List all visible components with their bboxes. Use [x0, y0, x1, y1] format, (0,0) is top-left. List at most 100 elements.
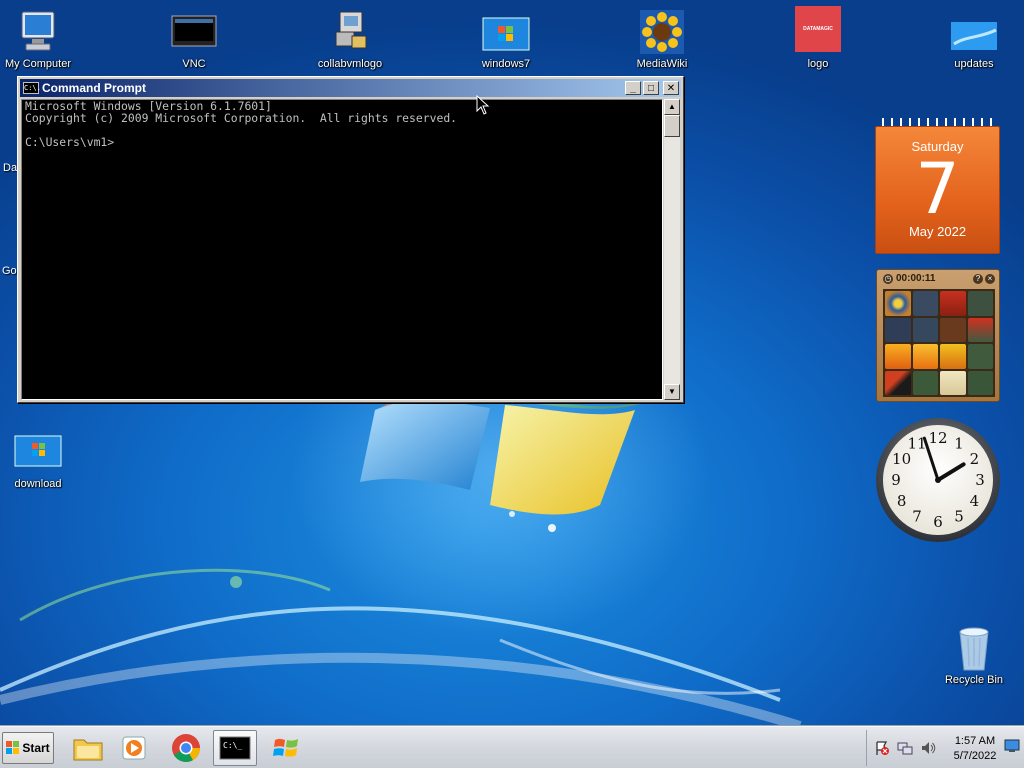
- show-desktop-icon[interactable]: [1004, 739, 1020, 753]
- desktop-icon-my-computer[interactable]: My Computer: [0, 8, 83, 71]
- clock-number: 3: [975, 471, 985, 489]
- desktop-icon-recycle-bin[interactable]: Recycle Bin: [929, 624, 1019, 687]
- clock-face: 12 1234567891011: [876, 418, 1000, 542]
- command-prompt-window[interactable]: C:\. Command Prompt _ □ ✕ Microsoft Wind…: [17, 76, 684, 403]
- timer-icon[interactable]: ◷: [883, 273, 893, 284]
- puzzle-tile[interactable]: [940, 317, 966, 342]
- taskbar-file-explorer[interactable]: [66, 730, 110, 766]
- volume-icon[interactable]: [920, 740, 936, 756]
- puzzle-tile[interactable]: [912, 291, 938, 316]
- desktop-icon-collabvmlogo[interactable]: collabvmlogo: [305, 8, 395, 71]
- puzzle-timer: 00:00:11: [896, 273, 936, 284]
- puzzle-grid[interactable]: [883, 289, 995, 397]
- puzzle-tile[interactable]: [885, 370, 911, 395]
- taskbar-clock[interactable]: 1:57 AM 5/7/2022: [945, 734, 1005, 764]
- calendar-month-year: May 2022: [908, 224, 967, 239]
- puzzle-close-button[interactable]: ×: [985, 273, 995, 284]
- puzzle-toolbar: ◷ 00:00:11 ? ×: [877, 270, 999, 287]
- svg-text:C:\_: C:\_: [223, 741, 242, 750]
- desktop-icon-mediawiki[interactable]: MediaWiki: [617, 8, 707, 71]
- console-line: Copyright (c) 2009 Microsoft Corporation…: [25, 111, 458, 125]
- computer-icon: [14, 8, 62, 56]
- scrollbar-thumb[interactable]: [664, 115, 680, 137]
- cmd-icon: C:\_: [219, 736, 251, 760]
- console-prompt-line: C:\Users\vm1>: [25, 135, 115, 149]
- clock-number: 7: [912, 507, 922, 525]
- close-button[interactable]: ✕: [663, 81, 679, 95]
- icon-label: My Computer: [4, 58, 72, 70]
- icon-label: download: [14, 478, 62, 490]
- media-player-icon: [122, 736, 146, 760]
- icon-label: updates: [954, 58, 994, 70]
- puzzle-tile[interactable]: [885, 291, 911, 316]
- sunflower-icon: [638, 8, 686, 56]
- icon-label: Recycle Bin: [944, 674, 1004, 686]
- partial-icon-label[interactable]: Da: [3, 162, 17, 174]
- icon-label: windows7: [481, 58, 531, 70]
- console-output[interactable]: Microsoft Windows [Version 6.1.7601] Cop…: [21, 99, 663, 400]
- start-label: Start: [22, 741, 50, 755]
- windows-logo-icon: [6, 741, 20, 754]
- help-button[interactable]: ?: [973, 273, 983, 284]
- icon-label: logo: [807, 58, 829, 70]
- chrome-icon: [172, 734, 200, 762]
- taskbar: Start C:\_ 1:57 AM 5/7/2022: [0, 726, 1024, 768]
- icon-label: MediaWiki: [636, 58, 688, 70]
- start-button[interactable]: Start: [2, 732, 54, 764]
- clock-number: 10: [892, 450, 911, 468]
- desktop-icon-vnc[interactable]: VNC: [149, 8, 239, 71]
- window-titlebar[interactable]: C:\. Command Prompt _ □ ✕: [20, 79, 681, 97]
- puzzle-tile[interactable]: [967, 291, 993, 316]
- scroll-down-button[interactable]: ▼: [664, 384, 680, 400]
- puzzle-tile[interactable]: [885, 317, 911, 342]
- clock-number: 8: [897, 492, 907, 510]
- cmd-icon[interactable]: C:\.: [23, 82, 41, 94]
- taskbar-media-player[interactable]: [112, 730, 156, 766]
- clock-number: 4: [970, 492, 980, 510]
- clock-number: 1: [954, 435, 964, 453]
- vertical-scrollbar[interactable]: ▲ ▼: [664, 99, 680, 400]
- desktop-icon-download[interactable]: download: [0, 428, 83, 491]
- puzzle-tile[interactable]: [940, 370, 966, 395]
- puzzle-tile[interactable]: [912, 317, 938, 342]
- maximize-button[interactable]: □: [643, 81, 659, 95]
- collabvm-logo-icon: [326, 8, 374, 56]
- clock-number: 2: [970, 450, 980, 468]
- updates-image-icon: [950, 8, 998, 56]
- calendar-page: Saturday 7 May 2022: [875, 126, 1000, 254]
- network-icon[interactable]: [897, 740, 913, 756]
- taskbar-chrome[interactable]: [164, 730, 208, 766]
- mouse-cursor: [476, 95, 490, 115]
- system-tray: 1:57 AM 5/7/2022: [866, 730, 1022, 766]
- icon-label: VNC: [182, 58, 206, 70]
- puzzle-tile[interactable]: [967, 370, 993, 395]
- puzzle-tile[interactable]: [912, 344, 938, 369]
- recycle-bin-icon: [950, 624, 998, 672]
- action-center-flag-icon[interactable]: [874, 740, 890, 756]
- vnc-icon: [170, 8, 218, 56]
- desktop: My Computer VNC collabvmlogo windows7 Me…: [0, 0, 1024, 726]
- desktop-icon-logo[interactable]: DATAMAGIC logo: [773, 6, 863, 71]
- puzzle-tile[interactable]: [940, 344, 966, 369]
- clock-gadget[interactable]: 12 1 2 3 4 5 6 7 8 9 10 11: [874, 416, 1002, 544]
- clock-number: 5: [954, 507, 964, 525]
- desktop-icon-windows7[interactable]: windows7: [461, 8, 551, 71]
- scroll-up-button[interactable]: ▲: [664, 99, 680, 115]
- picture-puzzle-gadget[interactable]: ◷ 00:00:11 ? ×: [876, 269, 1000, 402]
- folder-icon: [73, 739, 103, 761]
- clock-time: 1:57 AM: [954, 735, 996, 747]
- desktop-icon-updates[interactable]: updates: [929, 8, 1019, 71]
- minimize-button[interactable]: _: [625, 81, 641, 95]
- puzzle-tile[interactable]: [967, 317, 993, 342]
- logo-text: DATAMAGIC: [803, 26, 833, 32]
- puzzle-tile[interactable]: [967, 344, 993, 369]
- calendar-gadget[interactable]: Saturday 7 May 2022: [875, 118, 1000, 254]
- download-image-icon: [14, 428, 62, 476]
- taskbar-windows-update[interactable]: [264, 730, 308, 766]
- puzzle-tile[interactable]: [885, 344, 911, 369]
- clock-number: 6: [933, 513, 943, 531]
- taskbar-command-prompt[interactable]: C:\_: [213, 730, 257, 766]
- puzzle-tile[interactable]: [912, 370, 938, 395]
- puzzle-tile[interactable]: [940, 291, 966, 316]
